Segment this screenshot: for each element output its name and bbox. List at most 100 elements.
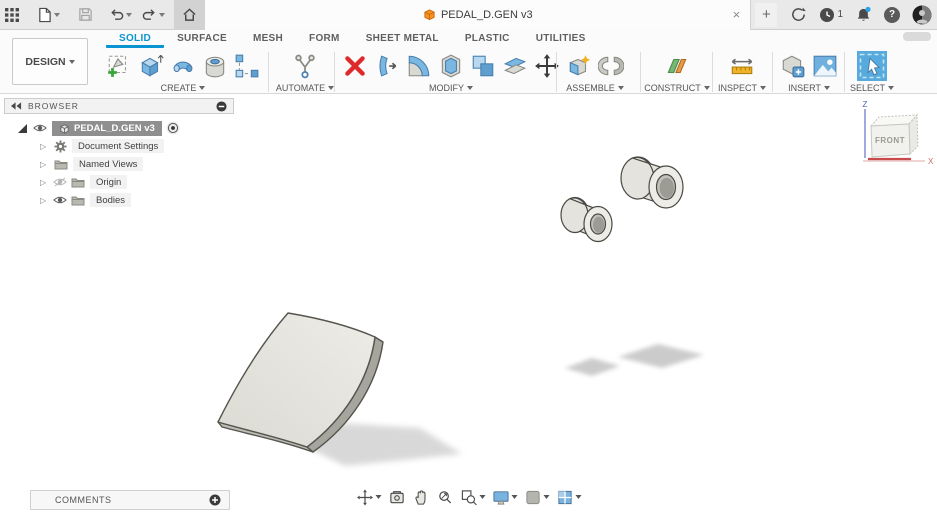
tab-surface[interactable]: SURFACE — [164, 31, 240, 48]
item-label[interactable]: Bodies — [90, 193, 131, 207]
measure-button[interactable] — [727, 50, 757, 82]
browser-item-document-settings[interactable]: ▷ Document Settings — [40, 137, 234, 155]
group-modify-label: MODIFY — [429, 83, 464, 93]
grid-and-snaps-menu-caret[interactable] — [543, 495, 549, 499]
undo-button[interactable] — [104, 0, 137, 30]
job-status-button[interactable]: 1 — [814, 0, 848, 30]
automated-modeling-button[interactable] — [290, 50, 320, 82]
viewports-button[interactable] — [556, 489, 581, 506]
ribbon-overflow-grip[interactable] — [903, 32, 931, 41]
window-zoom-menu-caret[interactable] — [479, 495, 485, 499]
browser-root-row[interactable]: PEDAL_D.GEN v3 — [18, 119, 234, 137]
expand-closed-icon[interactable]: ▷ — [40, 160, 50, 169]
group-select-menu[interactable]: SELECT — [850, 83, 894, 93]
browser-header[interactable]: BROWSER — [4, 98, 234, 114]
press-pull-button[interactable] — [372, 50, 402, 82]
redo-button[interactable] — [137, 0, 170, 30]
group-create-menu[interactable]: CREATE — [161, 83, 206, 93]
shell-button[interactable] — [436, 50, 466, 82]
extensions-button[interactable] — [785, 0, 812, 30]
item-label[interactable]: Document Settings — [72, 139, 164, 153]
offset-face-button[interactable] — [500, 50, 530, 82]
construction-plane-button[interactable] — [662, 50, 692, 82]
new-tab-button[interactable]: + — [755, 3, 777, 27]
add-comment-icon[interactable] — [209, 494, 221, 506]
item-label[interactable]: Named Views — [73, 157, 143, 171]
group-automate-menu[interactable]: AUTOMATE — [276, 83, 334, 93]
browser-item-named-views[interactable]: ▷ Named Views — [40, 155, 234, 173]
window-zoom-button[interactable] — [460, 489, 485, 506]
zoom-button[interactable] — [436, 489, 453, 506]
delete-button[interactable] — [340, 50, 370, 82]
group-assemble-menu[interactable]: ASSEMBLE — [566, 83, 624, 93]
joint-button[interactable] — [596, 50, 626, 82]
tab-sheet-metal[interactable]: SHEET METAL — [353, 31, 452, 48]
view-cube[interactable]: FRONT Z X — [853, 100, 933, 170]
folder-icon — [71, 177, 85, 188]
move-copy-button[interactable] — [532, 50, 562, 82]
tab-plastic[interactable]: PLASTIC — [452, 31, 523, 48]
expand-closed-icon[interactable]: ▷ — [40, 196, 50, 205]
select-button[interactable] — [854, 50, 890, 82]
orbit-menu-caret[interactable] — [375, 495, 381, 499]
tab-utilities[interactable]: UTILITIES — [523, 31, 599, 48]
look-at-button[interactable] — [388, 489, 405, 506]
file-menu-button[interactable] — [32, 0, 65, 30]
group-inspect-caret — [760, 86, 766, 90]
hole-button[interactable] — [200, 50, 230, 82]
app-grid-button[interactable] — [0, 0, 24, 30]
fillet-icon — [406, 53, 432, 79]
combine-button[interactable] — [468, 50, 498, 82]
item-label[interactable]: Origin — [90, 175, 127, 189]
expand-open-icon[interactable] — [18, 124, 27, 133]
comments-panel[interactable]: COMMENTS — [30, 490, 230, 510]
group-construct-caret — [704, 86, 710, 90]
browser-title: BROWSER — [28, 101, 216, 111]
display-settings-button[interactable] — [492, 489, 517, 506]
visibility-eye-off-icon[interactable] — [53, 177, 67, 187]
tab-form[interactable]: FORM — [296, 31, 353, 48]
browser-item-bodies[interactable]: ▷ Bodies — [40, 191, 234, 209]
group-create-label: CREATE — [161, 83, 197, 93]
visibility-eye-icon[interactable] — [53, 195, 67, 205]
group-inspect-menu[interactable]: INSPECT — [718, 83, 766, 93]
viewport[interactable]: BROWSER PEDAL_D.GEN v3 ▷ Document Settin… — [0, 94, 937, 526]
profile-button[interactable] — [907, 0, 937, 30]
activate-component-radio[interactable] — [166, 121, 180, 135]
save-button[interactable] — [73, 0, 98, 30]
group-modify-menu[interactable]: MODIFY — [429, 83, 473, 93]
canvas-button[interactable] — [810, 50, 840, 82]
pan-button[interactable] — [412, 489, 429, 506]
workspace-label: DESIGN — [25, 56, 65, 68]
fillet-button[interactable] — [404, 50, 434, 82]
root-component[interactable]: PEDAL_D.GEN v3 — [52, 121, 162, 136]
browser-item-origin[interactable]: ▷ Origin — [40, 173, 234, 191]
help-button[interactable]: ? — [879, 0, 905, 30]
group-insert-menu[interactable]: INSERT — [788, 83, 830, 93]
file-home-tab[interactable] — [174, 0, 204, 30]
workspace-switcher[interactable]: DESIGN — [12, 38, 88, 85]
tab-mesh[interactable]: MESH — [240, 31, 296, 48]
display-mode-toggle-icon[interactable] — [216, 101, 227, 112]
orbit-button[interactable] — [356, 489, 381, 506]
close-tab-icon[interactable]: × — [733, 7, 741, 22]
extrude-button[interactable] — [136, 50, 166, 82]
create-sketch-button[interactable] — [104, 50, 134, 82]
group-construct-menu[interactable]: CONSTRUCT — [644, 83, 710, 93]
viewports-menu-caret[interactable] — [575, 495, 581, 499]
display-settings-menu-caret[interactable] — [511, 495, 517, 499]
expand-closed-icon[interactable]: ▷ — [40, 178, 50, 187]
grid-and-snaps-button[interactable] — [524, 489, 549, 506]
revolve-button[interactable] — [168, 50, 198, 82]
notifications-button[interactable] — [850, 0, 877, 30]
document-tab[interactable]: PEDAL_D.GEN v3 × — [204, 0, 751, 30]
collapse-panel-icon[interactable] — [11, 102, 22, 110]
insert-derive-button[interactable] — [778, 50, 808, 82]
rectangular-pattern-button[interactable] — [232, 50, 262, 82]
tab-solid[interactable]: SOLID — [106, 31, 164, 48]
hole-icon — [202, 53, 228, 79]
visibility-eye-icon[interactable] — [33, 123, 47, 133]
expand-closed-icon[interactable]: ▷ — [40, 142, 50, 151]
automated-modeling-icon — [292, 53, 318, 79]
new-component-button[interactable] — [564, 50, 594, 82]
